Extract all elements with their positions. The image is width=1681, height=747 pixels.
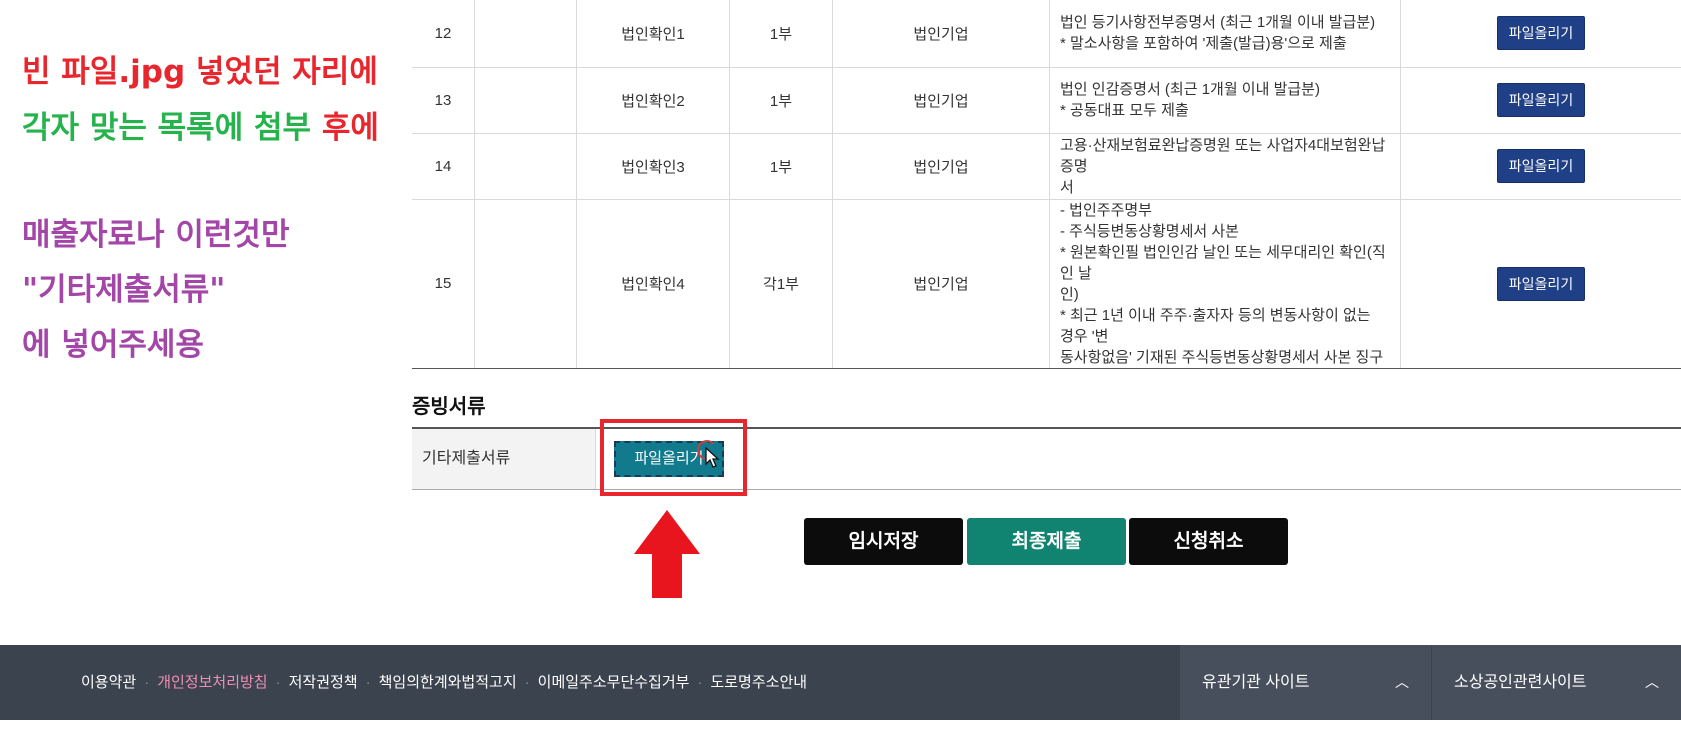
row-applicant-type: 법인기업: [832, 0, 1050, 68]
related-agency-sites-label: 유관기관 사이트: [1202, 674, 1310, 691]
row-description: 법인 등기사항전부증명서 (최근 1개월 이내 발급분) * 말소사항을 포함하…: [1049, 0, 1401, 68]
row-number: 14: [412, 133, 475, 200]
annotation-line-2-green: 각자 맞는 목록에 첨부: [22, 110, 322, 146]
row-quantity: 1부: [729, 133, 833, 200]
description-line: * 원본확인필 법인인감 날인 또는 세무대리인 확인(직인 날: [1060, 243, 1386, 282]
annotation-line-2-red: 후에: [321, 110, 379, 146]
chevron-up-icon: ︿: [1645, 674, 1659, 690]
footer-link-email-refusal[interactable]: 이메일주소무단수집거부: [538, 674, 690, 691]
footer-link-road-address[interactable]: 도로명주소안내: [710, 674, 807, 691]
upload-file-button[interactable]: 파일올리기: [1496, 16, 1586, 51]
footer-link-terms[interactable]: 이용약관: [81, 674, 136, 691]
footer-separator: ·: [275, 674, 281, 691]
row-upload-cell: 파일올리기: [1400, 199, 1681, 369]
row-document-name: 법인확인2: [576, 67, 730, 134]
description-line: * 최근 1년 이내 주주·출자자 등의 변동사항이 없는 경우 '변: [1060, 306, 1371, 345]
description-line: * 말소사항을 포함하여 '제출(발급)용'으로 제출: [1060, 35, 1347, 53]
description-line: 인): [1060, 285, 1079, 303]
section-title-evidence: 증빙서류: [412, 394, 486, 418]
row-empty-cell: [474, 199, 577, 369]
annotation-line-4: "기타제출서류": [22, 272, 226, 308]
row-applicant-type: 법인기업: [832, 133, 1050, 200]
row-quantity: 각1부: [729, 199, 833, 369]
description-line: 법인 인감증명서 (최근 1개월 이내 발급분): [1060, 81, 1320, 98]
highlight-box: [600, 419, 747, 496]
description-line: - 주식등변동상황명세서 사본: [1060, 222, 1239, 240]
table-row: 13 법인확인2 1부 법인기업 법인 인감증명서 (최근 1개월 이내 발급분…: [412, 67, 1681, 134]
row-empty-cell: [474, 67, 577, 134]
row-quantity: 1부: [729, 67, 833, 134]
table-row: 14 법인확인3 1부 법인기업 고용·산재보험료완납증명원 또는 사업자4대보…: [412, 133, 1681, 200]
description-line: - 법인주주명부: [1060, 201, 1152, 219]
row-document-name: 법인확인1: [576, 0, 730, 68]
cancel-application-button[interactable]: 신청취소: [1129, 518, 1288, 565]
evidence-label: 기타제출서류: [412, 429, 596, 489]
upload-file-button[interactable]: 파일올리기: [1496, 266, 1586, 301]
footer-separator: ·: [365, 674, 371, 691]
description-line: 서: [1060, 178, 1074, 196]
row-upload-cell: 파일올리기: [1400, 0, 1681, 68]
row-upload-cell: 파일올리기: [1400, 133, 1681, 200]
upload-file-button[interactable]: 파일올리기: [1496, 83, 1586, 117]
row-applicant-type: 법인기업: [832, 67, 1050, 134]
row-empty-cell: [474, 0, 577, 68]
description-line: 법인 등기사항전부증명서 (최근 1개월 이내 발급분): [1060, 14, 1376, 32]
mouse-cursor-icon: [705, 447, 720, 468]
red-arrow-up-icon: [634, 510, 700, 598]
annotation-line-5: 에 넣어주세용: [22, 327, 204, 363]
footer-separator: ·: [697, 674, 703, 691]
annotation-line-3: 매출자료나 이런것만: [22, 217, 290, 253]
small-business-sites-select[interactable]: 소상공인관련사이트 ︿: [1432, 645, 1681, 720]
footer-separator: ·: [144, 674, 150, 691]
chevron-up-icon: ︿: [1395, 674, 1409, 690]
footer-link-disclaimer[interactable]: 책임의한계와법적고지: [379, 674, 517, 691]
related-agency-sites-select[interactable]: 유관기관 사이트 ︿: [1180, 645, 1431, 720]
row-document-name: 법인확인4: [576, 199, 730, 369]
row-upload-cell: 파일올리기: [1400, 67, 1681, 134]
temp-save-button[interactable]: 임시저장: [804, 518, 963, 565]
footer-bottom-area: [0, 720, 1681, 747]
upload-file-button[interactable]: 파일올리기: [1496, 149, 1586, 183]
annotation-line-2: 각자 맞는 목록에 첨부 후에: [22, 108, 379, 148]
description-line: 동사항없음' 기재된 주식등변동상황명세서 사본 징구: [1060, 348, 1384, 366]
row-empty-cell: [474, 133, 577, 200]
row-applicant-type: 법인기업: [832, 199, 1050, 369]
row-quantity: 1부: [729, 0, 833, 68]
row-number: 15: [412, 199, 475, 369]
document-table: 12 법인확인1 1부 법인기업 법인 등기사항전부증명서 (최근 1개월 이내…: [412, 0, 1681, 369]
footer: 이용약관 · 개인정보처리방침 · 저작권정책 · 책임의한계와법적고지 · 이메일주소무단수집…: [0, 645, 1681, 720]
small-business-sites-label: 소상공인관련사이트: [1454, 674, 1587, 691]
row-number: 12: [412, 0, 475, 68]
row-document-name: 법인확인3: [576, 133, 730, 200]
row-description: 고용·산재보험료완납증명원 또는 사업자4대보험완납증명 서: [1049, 133, 1401, 200]
row-number: 13: [412, 67, 475, 134]
row-description: 법인 인감증명서 (최근 1개월 이내 발급분) * 공동대표 모두 제출: [1049, 67, 1401, 134]
footer-link-copyright[interactable]: 저작권정책: [289, 674, 358, 691]
final-submit-button[interactable]: 최종제출: [967, 518, 1126, 565]
footer-links: 이용약관 · 개인정보처리방침 · 저작권정책 · 책임의한계와법적고지 · 이메일주소무단수집…: [81, 645, 807, 720]
footer-link-privacy[interactable]: 개인정보처리방침: [157, 674, 267, 691]
description-line: 고용·산재보험료완납증명원 또는 사업자4대보험완납증명: [1060, 136, 1386, 175]
description-line: * 공동대표 모두 제출: [1060, 102, 1189, 119]
footer-separator: ·: [524, 674, 530, 691]
annotation-line-1: 빈 파일.jpg 넣었던 자리에: [22, 54, 378, 90]
row-description: - 법인주주명부 - 주식등변동상황명세서 사본 * 원본확인필 법인인감 날인…: [1049, 199, 1401, 369]
table-row: 12 법인확인1 1부 법인기업 법인 등기사항전부증명서 (최근 1개월 이내…: [412, 0, 1681, 68]
table-row: 15 법인확인4 각1부 법인기업 - 법인주주명부 - 주식등변동상황명세서 …: [412, 199, 1681, 369]
